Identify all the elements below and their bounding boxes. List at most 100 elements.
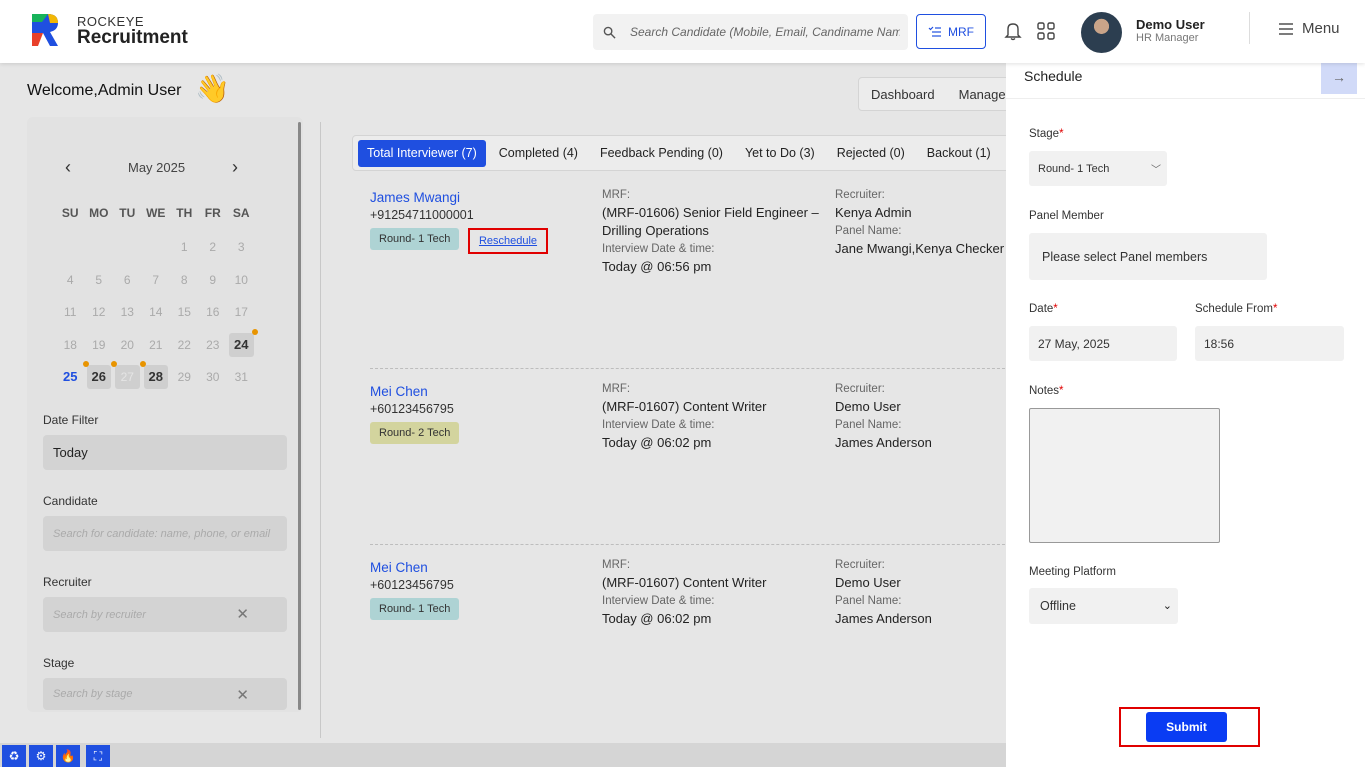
reschedule-link[interactable]: Reschedule [468, 228, 548, 254]
calendar-day[interactable]: 13 [115, 300, 140, 324]
brand-name: Recruitment [77, 27, 188, 48]
calendar-next-icon[interactable]: › [232, 157, 238, 178]
recruiter-clear-icon[interactable]: ✕ [236, 605, 249, 623]
recycle-icon[interactable]: ♻ [2, 745, 26, 767]
calendar-week: 25 26 27 28 29 30 31 [56, 361, 256, 394]
calendar-day[interactable]: 15 [172, 300, 197, 324]
flame-icon[interactable]: 🔥 [56, 745, 80, 767]
welcome-name: Admin User [97, 82, 182, 99]
calendar-day[interactable]: 4 [58, 268, 83, 292]
candidate-name-link[interactable]: Mei Chen [370, 560, 428, 575]
calendar-day[interactable]: 31 [229, 365, 254, 389]
search-input[interactable] [630, 25, 900, 39]
search-icon [603, 26, 616, 39]
interview-date-value: Today @ 06:02 pm [602, 611, 712, 626]
calendar-day[interactable]: 21 [144, 333, 169, 357]
mrf-value: (MRF-01607) Content Writer [602, 575, 767, 590]
calendar-day-event[interactable]: 27 [111, 361, 140, 390]
weekday: SU [61, 206, 79, 220]
calendar-nav: ‹ May 2025 › [40, 157, 270, 177]
date-filter-select[interactable]: Today [43, 435, 287, 470]
calendar-day[interactable]: 5 [87, 268, 112, 292]
stage-filter[interactable]: ✕ [43, 678, 287, 710]
stage-clear-icon[interactable]: ✕ [236, 686, 249, 704]
tab-feedback-pending[interactable]: Feedback Pending (0) [591, 140, 732, 167]
menu-label: Menu [1302, 20, 1340, 37]
date-filter-label: Date Filter [43, 413, 99, 427]
menu-button[interactable]: Menu [1278, 20, 1340, 37]
meeting-platform-select[interactable]: Offline ⌄ [1029, 588, 1178, 624]
calendar-day[interactable]: 11 [58, 300, 83, 324]
calendar-title: May 2025 [128, 160, 186, 175]
calendar-day[interactable]: 17 [229, 300, 254, 324]
calendar-day[interactable]: 9 [201, 268, 226, 292]
user-avatar[interactable] [1081, 12, 1122, 53]
mrf-button[interactable]: MRF [916, 14, 986, 49]
candidate-name-link[interactable]: James Mwangi [370, 190, 460, 205]
calendar-day[interactable]: 7 [144, 268, 169, 292]
apps-grid-icon[interactable] [1037, 22, 1055, 40]
panel-member-select[interactable]: Please select Panel members [1029, 233, 1267, 280]
calendar-day[interactable]: 16 [201, 300, 226, 324]
calendar-day[interactable]: 30 [201, 365, 226, 389]
notes-textarea[interactable] [1029, 408, 1220, 543]
calendar-day[interactable]: 19 [87, 333, 112, 357]
calendar-day-number: 27 [120, 370, 134, 385]
tab-backout[interactable]: Backout (1) [918, 140, 1000, 167]
calendar-day-today[interactable]: 25 [58, 365, 83, 389]
calendar-day[interactable]: 29 [172, 365, 197, 389]
candidate-filter[interactable] [43, 516, 287, 551]
calendar-day[interactable]: 6 [115, 268, 140, 292]
stage-label: Stage* [1029, 128, 1064, 140]
stage-select[interactable]: Round- 1 Tech ﹀ [1029, 151, 1167, 186]
panel-name-label: Panel Name: [835, 419, 902, 431]
candidate-name-link[interactable]: Mei Chen [370, 384, 428, 399]
calendar-day[interactable]: 23 [201, 333, 226, 357]
expand-icon[interactable]: ⛶ [86, 745, 110, 767]
interview-date-label: Interview Date & time: [602, 243, 715, 255]
interview-status-tabs: Total Interviewer (7) Completed (4) Feed… [352, 135, 1012, 171]
calendar-day[interactable]: 1 [172, 235, 197, 259]
calendar-day[interactable]: 2 [201, 235, 226, 259]
calendar-day[interactable]: 18 [58, 333, 83, 357]
calendar-prev-icon[interactable]: ‹ [65, 157, 71, 178]
calendar-day[interactable]: 22 [172, 333, 197, 357]
recruiter-filter-label: Recruiter [43, 575, 92, 589]
date-input[interactable]: 27 May, 2025 [1029, 326, 1177, 361]
tab-total-interviewer[interactable]: Total Interviewer (7) [358, 139, 486, 167]
calendar-weekdays: SU MO TU WE TH FR SA [56, 203, 256, 223]
calendar-day-event[interactable]: 24 [229, 328, 258, 357]
calendar-day[interactable]: 3 [229, 235, 254, 259]
calendar-day[interactable]: 8 [172, 268, 197, 292]
calendar-day-event[interactable]: 26 [82, 361, 111, 390]
tab-dashboard[interactable]: Dashboard [859, 87, 947, 102]
weekday: SA [232, 206, 250, 220]
schedule-from-input[interactable]: 18:56 [1195, 326, 1344, 361]
recruiter-value: Demo User [835, 399, 901, 414]
submit-button[interactable]: Submit [1146, 712, 1227, 742]
calendar-day[interactable]: 10 [229, 268, 254, 292]
recruiter-info: Recruiter: Kenya Admin Panel Name: Jane … [835, 186, 1010, 258]
recruiter-info: Recruiter: Demo User Panel Name: James A… [835, 380, 1010, 452]
notes-label-text: Notes [1029, 385, 1060, 397]
calendar-day[interactable]: 14 [144, 300, 169, 324]
weekday: MO [89, 206, 109, 220]
candidate-search[interactable] [593, 14, 908, 50]
candidate-filter-input[interactable] [53, 527, 273, 540]
chevron-down-icon: ⌄ [1162, 600, 1172, 612]
tab-completed[interactable]: Completed (4) [490, 140, 587, 167]
settings-gears-icon[interactable]: ⚙ [29, 745, 53, 767]
interview-date-value: Today @ 06:02 pm [602, 435, 712, 450]
event-dot [139, 361, 146, 368]
schedule-from-label-text: Schedule From [1195, 303, 1273, 315]
recruiter-filter[interactable]: ✕ [43, 597, 287, 632]
bell-icon[interactable] [1004, 21, 1022, 41]
drawer-close-arrow-icon[interactable]: → [1321, 59, 1357, 94]
filter-panel-scrollbar[interactable] [298, 122, 301, 710]
tab-yet-to-do[interactable]: Yet to Do (3) [736, 140, 824, 167]
calendar-day[interactable]: 20 [115, 333, 140, 357]
calendar-day[interactable]: 12 [87, 300, 112, 324]
tab-rejected[interactable]: Rejected (0) [828, 140, 914, 167]
recruiter-label: Recruiter: [835, 383, 885, 395]
calendar-day-event[interactable]: 28 [139, 361, 168, 390]
